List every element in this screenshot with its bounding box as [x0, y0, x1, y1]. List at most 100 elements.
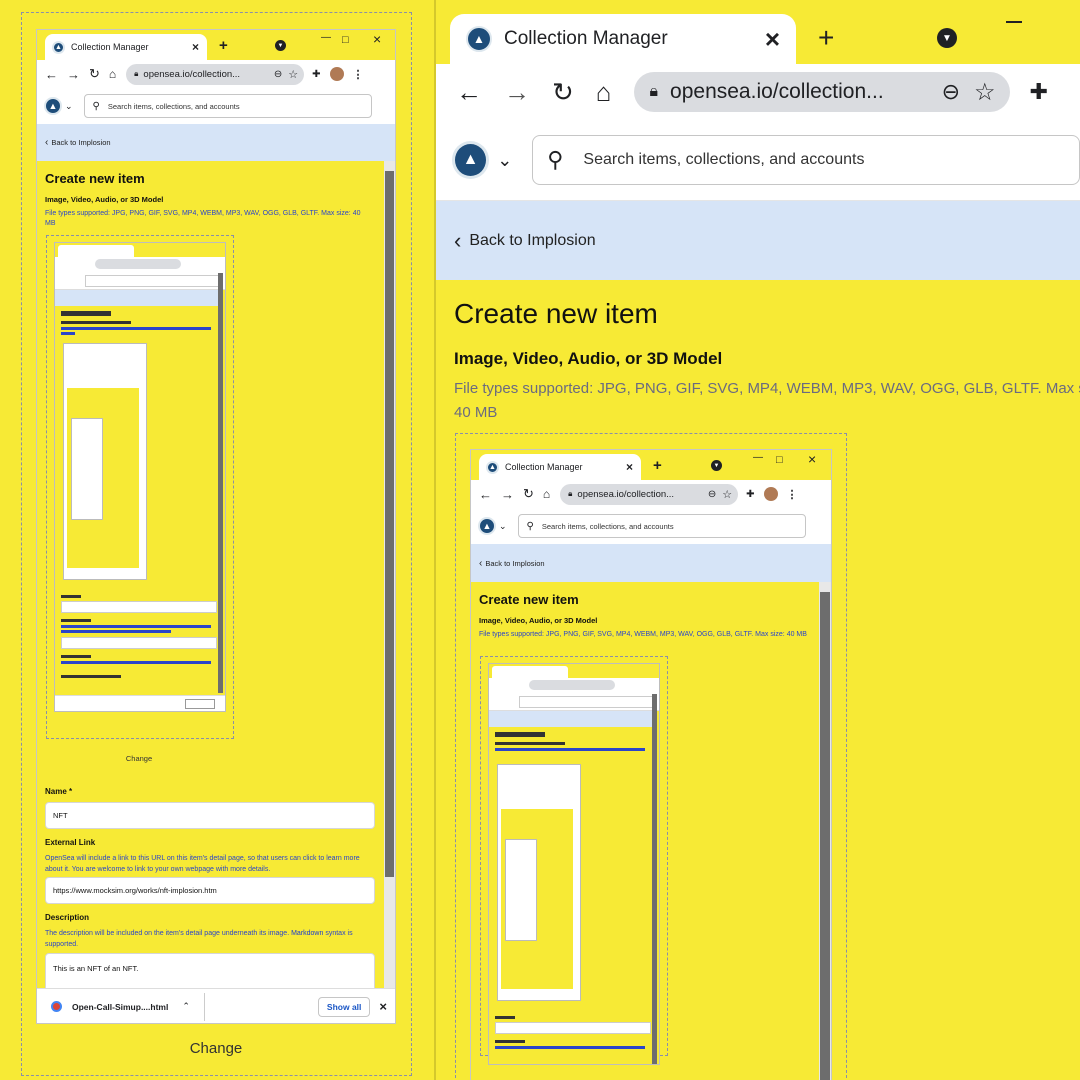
home-icon[interactable]: ⌂ [109, 67, 116, 81]
file-types-text: File types supported: JPG, PNG, GIF, SVG… [479, 631, 807, 638]
preview-browser-window: ▲ Collection Manager × + ▼ — □ × ← → ↻ ⌂… [471, 450, 831, 1080]
change-link[interactable]: Change [176, 1040, 256, 1057]
markdown-link[interactable]: Markdown [291, 930, 323, 937]
forward-arrow-icon: → [501, 486, 514, 502]
external-link-help: OpenSea will include a link to this URL … [45, 855, 360, 873]
back-bar[interactable]: ‹ Back to Implosion [37, 124, 395, 161]
name-value: NFT [53, 811, 68, 820]
extensions-icon[interactable]: ✚ [312, 69, 320, 80]
browser-window: ▲ Collection Manager × + ▼ — □ × ← → ↻ ⌂… [37, 30, 395, 1023]
opensea-logo-icon[interactable]: ▲ [452, 141, 490, 179]
search-input[interactable]: ⚲ Search items, collections, and account… [532, 135, 1080, 185]
new-tab-icon: + [653, 457, 662, 474]
scrollbar-thumb[interactable] [385, 171, 394, 877]
file-types-size: 40 MB [454, 404, 498, 421]
star-icon[interactable]: ☆ [974, 78, 996, 107]
show-all-button[interactable]: Show all [317, 996, 371, 1017]
search-icon: ⚲ [526, 520, 534, 532]
tab-close-icon[interactable]: × [192, 40, 199, 54]
back-arrow-icon[interactable]: ← [456, 77, 482, 108]
chevron-left-icon: ‹ [454, 227, 462, 253]
address-bar[interactable]: 🔒︎ opensea.io/collection... ⊖ ☆ [126, 63, 305, 85]
browser-tab[interactable]: ▲ Collection Manager × [45, 34, 207, 60]
download-filename[interactable]: Open-Call-Simup....html [72, 1002, 168, 1012]
description-help-text: The description will be included on the … [45, 930, 292, 937]
reload-icon[interactable]: ↻ [89, 66, 100, 82]
chevron-down-icon[interactable]: ⌄ [65, 101, 73, 112]
close-window-icon[interactable]: × [373, 31, 381, 47]
url-text: opensea.io/collection... [143, 68, 241, 80]
file-types-text: File types supported: JPG, PNG, GIF, SVG… [454, 380, 1080, 397]
forward-arrow-icon[interactable]: → [504, 77, 530, 108]
address-bar: 🔒︎ opensea.io/collection... ⊖ ☆ [560, 483, 739, 505]
zoom-icon[interactable]: ⊖ [942, 79, 960, 105]
right-pane: ▲ Collection Manager × + ▼ ← → ↻ ⌂ 🔒︎ op… [436, 0, 1080, 1080]
minimize-icon[interactable]: — [321, 32, 331, 43]
media-label: Image, Video, Audio, or 3D Model [454, 349, 723, 368]
lock-icon: 🔒︎ [134, 69, 139, 78]
description-value: This is an NFT of an NFT. [53, 964, 139, 973]
browser-tab[interactable]: ▲ Collection Manager × [450, 14, 796, 64]
search-input[interactable]: ⚲ Search items, collections, and account… [83, 94, 372, 118]
reload-icon: ↻ [523, 486, 534, 501]
search-icon: ⚲ [547, 147, 564, 172]
description-label: Description [45, 913, 90, 922]
tab-close-icon[interactable]: × [765, 24, 780, 55]
star-icon[interactable]: ☆ [288, 68, 298, 81]
extensions-icon[interactable]: ✚ [1030, 79, 1048, 105]
tab-search-icon[interactable]: ▼ [937, 28, 957, 48]
tab-search-icon[interactable]: ▼ [275, 40, 286, 51]
back-bar: ‹ Back to Implosion [471, 544, 831, 582]
extensions-icon: ✚ [746, 488, 755, 500]
minimize-icon[interactable] [1006, 21, 1022, 23]
opensea-logo-icon: ▲ [466, 26, 492, 52]
reload-icon[interactable]: ↻ [552, 77, 574, 108]
opensea-logo-icon: ▲ [52, 40, 65, 54]
external-link-field[interactable]: https://www.mocksim.org/works/nft-implos… [45, 877, 375, 904]
chevron-left-icon: ‹ [45, 137, 49, 148]
nav-bar: ← → ↻ ⌂ 🔒︎ opensea.io/collection... ⊖ ☆ … [471, 480, 831, 508]
tab-search-icon: ▼ [711, 460, 722, 471]
search-placeholder: Search items, collections, and accounts [583, 151, 865, 168]
site-header: ▲ ⌄ ⚲ Search items, collections, and acc… [471, 508, 831, 545]
tab-title: Collection Manager [504, 28, 668, 49]
new-tab-icon[interactable]: + [818, 22, 834, 54]
site-header: ▲ ⌄ ⚲ Search items, collections, and acc… [37, 88, 395, 125]
back-arrow-icon[interactable]: ← [45, 67, 58, 82]
media-label: Image, Video, Audio, or 3D Model [479, 616, 598, 625]
maximize-icon: □ [776, 454, 783, 466]
chevron-down-icon[interactable]: ⌄ [497, 150, 512, 171]
opensea-logo-icon[interactable]: ▲ [44, 97, 62, 115]
preview-change-link[interactable]: Change [117, 754, 161, 763]
name-field[interactable]: NFT [45, 802, 375, 829]
forward-arrow-icon[interactable]: → [67, 67, 80, 82]
lock-icon: 🔒︎ [649, 83, 659, 100]
back-bar[interactable]: ‹ Back to Implosion [436, 201, 1080, 280]
maximize-icon[interactable]: □ [342, 34, 349, 46]
chevron-up-icon[interactable]: ⌃ [182, 1001, 190, 1012]
zoom-icon[interactable]: ⊖ [274, 69, 282, 80]
menu-icon[interactable]: ⋮ [353, 68, 364, 81]
new-tab-icon[interactable]: + [219, 37, 228, 54]
address-bar[interactable]: 🔒︎ opensea.io/collection... ⊖ ☆ [633, 72, 1010, 112]
tab-title: Collection Manager [505, 462, 583, 472]
avatar[interactable] [329, 67, 344, 81]
star-icon: ☆ [722, 488, 733, 501]
chrome-file-icon [51, 1001, 62, 1012]
back-link[interactable]: Back to Implosion [51, 138, 110, 147]
zoom-icon: ⊖ [707, 488, 717, 500]
close-window-icon: × [808, 451, 817, 467]
back-link[interactable]: Back to Implosion [469, 232, 595, 250]
lock-icon: 🔒︎ [568, 489, 573, 498]
form-content: Create new item Image, Video, Audio, or … [436, 280, 1080, 1080]
tab-close-icon: × [625, 460, 633, 474]
search-placeholder: Search items, collections, and accounts [107, 101, 240, 111]
external-link-value: https://www.mocksim.org/works/nft-implos… [53, 886, 217, 895]
scrollbar-thumb [820, 592, 830, 1080]
home-icon[interactable]: ⌂ [596, 77, 612, 108]
browser-tab: ▲ Collection Manager × [479, 454, 641, 480]
form-content: Create new item Image, Video, Audio, or … [37, 161, 395, 1013]
download-bar-close-icon[interactable]: × [379, 999, 387, 1014]
back-link: Back to Implosion [485, 558, 545, 568]
site-header: ▲ ⌄ ⚲ Search items, collections, and acc… [436, 120, 1080, 201]
